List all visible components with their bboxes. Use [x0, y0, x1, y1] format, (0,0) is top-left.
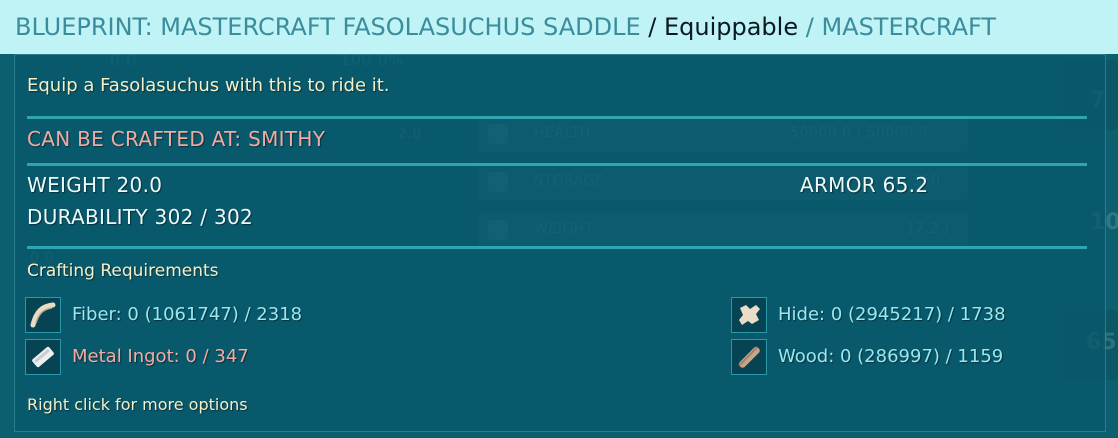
metal-ingot-icon: [25, 339, 61, 375]
armor-stat: ARMOR 65.2: [800, 173, 929, 197]
durability-stat: DURABILITY 302 / 302: [27, 205, 254, 229]
blueprint-title: BLUEPRINT: MASTERCRAFT FASOLASUCHUS SADD…: [15, 13, 641, 41]
crafting-station: CAN BE CRAFTED AT: SMITHY: [27, 127, 326, 151]
requirement-metal-ingot: Metal Ingot: 0 / 347: [72, 346, 249, 367]
header-separator: /: [798, 13, 822, 41]
fiber-icon: [25, 297, 61, 333]
weight-stat: WEIGHT 20.0: [27, 173, 163, 197]
divider: [27, 246, 1087, 249]
header-separator: /: [640, 13, 664, 41]
requirement-hide: Hide: 0 (2945217) / 1738: [778, 304, 1006, 325]
item-quality: MASTERCRAFT: [821, 13, 997, 41]
requirement-fiber: Fiber: 0 (1061747) / 2318: [72, 304, 303, 325]
item-description: Equip a Fasolasuchus with this to ride i…: [27, 75, 390, 96]
wood-icon: [731, 339, 767, 375]
right-click-hint: Right click for more options: [27, 395, 248, 414]
hide-icon: [731, 297, 767, 333]
crafting-requirements-title: Crafting Requirements: [27, 261, 219, 281]
item-category: Equippable: [663, 13, 799, 41]
tooltip-header: BLUEPRINT: MASTERCRAFT FASOLASUCHUS SADD…: [0, 0, 1118, 54]
requirement-wood: Wood: 0 (286997) / 1159: [778, 346, 1004, 367]
divider: [27, 116, 1087, 119]
item-tooltip: Equip a Fasolasuchus with this to ride i…: [14, 54, 1106, 432]
divider: [27, 163, 1087, 166]
